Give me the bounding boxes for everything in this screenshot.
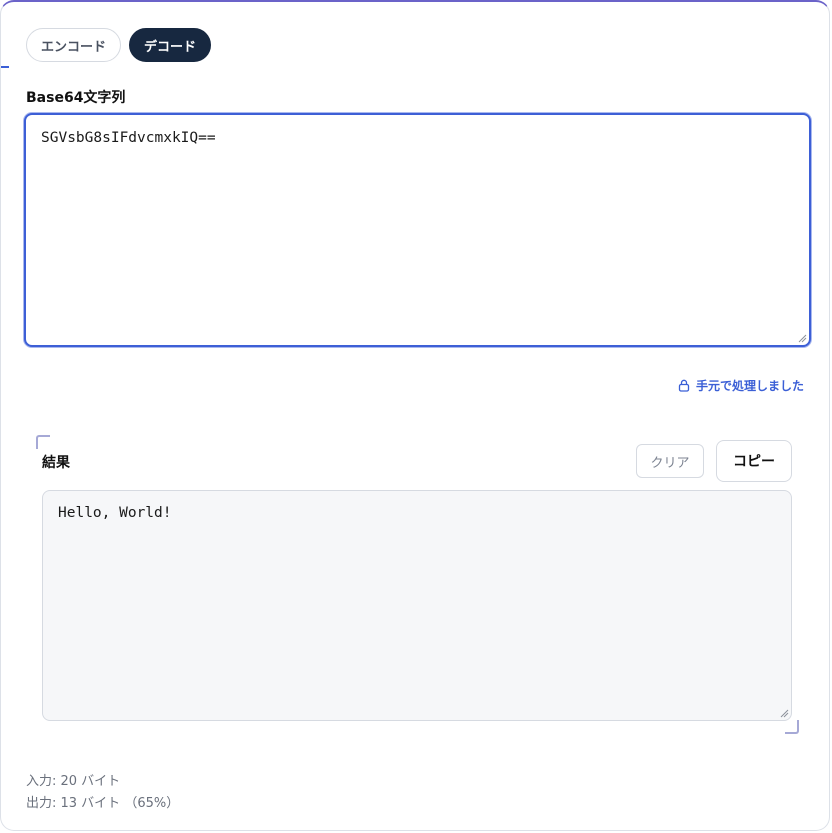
- input-value: SGVsbG8sIFdvcmxkIQ==: [41, 130, 216, 146]
- resize-handle-icon[interactable]: [779, 708, 789, 718]
- copy-button[interactable]: コピー: [716, 440, 792, 482]
- resize-handle-icon[interactable]: [797, 333, 807, 343]
- input-label: Base64文字列: [26, 90, 126, 106]
- result-value: Hello, World!: [58, 505, 172, 521]
- result-corner-bottom-right: [785, 720, 799, 734]
- encode-mode-button[interactable]: エンコード: [26, 28, 121, 62]
- base64-input-textarea[interactable]: SGVsbG8sIFdvcmxkIQ==: [24, 113, 811, 347]
- output-size-stat: 出力: 13 バイト （65%）: [26, 796, 180, 811]
- lock-icon: [678, 379, 690, 392]
- input-size-stat: 入力: 20 バイト: [26, 774, 121, 789]
- base64-tool-card: エンコード デコード Base64文字列 SGVsbG8sIFdvcmxkIQ=…: [0, 0, 830, 831]
- local-processing-note: 手元で処理しました: [678, 377, 804, 394]
- result-output-textarea[interactable]: Hello, World!: [42, 490, 792, 721]
- clear-button[interactable]: クリア: [636, 444, 704, 478]
- result-corner-top-left: [36, 435, 50, 449]
- result-label: 結果: [42, 455, 70, 471]
- left-accent-mark: [1, 66, 9, 68]
- decode-mode-button[interactable]: デコード: [129, 28, 211, 62]
- local-processing-text: 手元で処理しました: [695, 379, 804, 393]
